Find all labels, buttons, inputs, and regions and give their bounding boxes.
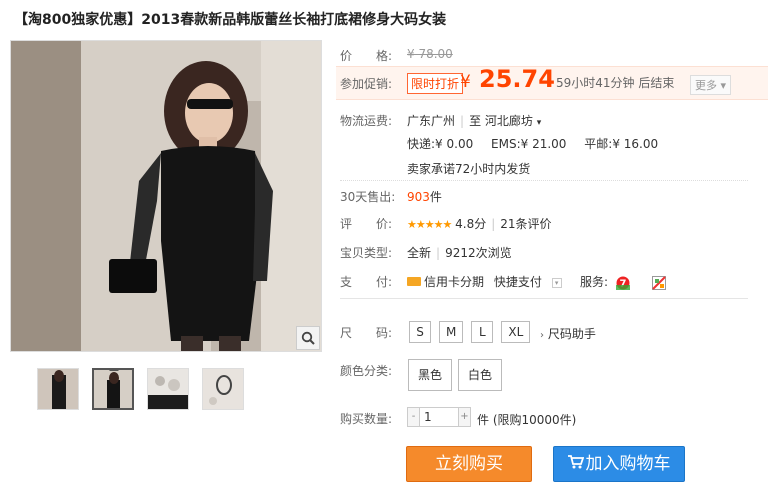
divider — [340, 298, 748, 299]
sales-label: 30天售出: — [340, 190, 396, 204]
shipping-to: 河北廊坊 — [484, 114, 533, 128]
shipping-from: 广东广州 — [407, 114, 456, 128]
sales-count: 903 — [407, 190, 430, 204]
rating-label: 评 价: — [340, 217, 393, 231]
thumbnail-3[interactable] — [147, 368, 189, 410]
more-promos-button[interactable]: 更多 ▾ — [690, 75, 732, 95]
quantity-stepper: - + — [407, 407, 471, 427]
credit-card-icon — [407, 277, 421, 286]
color-option-white[interactable]: 白色 — [458, 359, 503, 391]
size-option-m[interactable]: M — [439, 321, 464, 343]
quantity-input[interactable] — [420, 407, 458, 427]
shipping-label: 物流运费: — [340, 114, 393, 128]
separator: | — [460, 114, 465, 128]
magnifier-icon — [301, 331, 315, 345]
payment-label: 支 付: — [340, 275, 393, 289]
shipping-to-label: 至 — [469, 114, 482, 128]
shipping-promise: 卖家承诺72小时内发货 — [407, 162, 531, 176]
thumbnail-image — [203, 369, 243, 409]
countdown-timer: 59小时41分钟 后结束 — [556, 76, 675, 90]
size-option-l[interactable]: L — [471, 321, 494, 343]
item-condition: 全新 — [407, 246, 432, 260]
shipping-route: 广东广州 | 至 河北廊坊 ▾ — [407, 112, 541, 129]
quick-pay-link[interactable]: 快捷支付 — [494, 275, 542, 289]
model-photo — [11, 41, 321, 351]
view-count: 9212次浏览 — [445, 246, 512, 260]
quantity-label: 购买数量: — [340, 412, 393, 426]
color-options: 黑色 白色 — [408, 359, 503, 391]
separator: | — [436, 246, 441, 260]
service-value: 服务: 7 — [580, 273, 666, 290]
invoice-icon[interactable] — [651, 275, 666, 290]
credit-installment-link[interactable]: 信用卡分期 — [424, 275, 484, 289]
ems-fee: EMS:¥ 21.00 — [491, 137, 567, 151]
thumbnail-4[interactable] — [202, 368, 244, 410]
thumbnail-image — [94, 370, 132, 408]
thumbnail-strip — [37, 368, 244, 410]
payment-methods: 信用卡分期 快捷支付 ▾ — [407, 273, 562, 290]
product-main-image[interactable] — [10, 40, 322, 352]
more-label: 更多 — [695, 79, 717, 92]
size-option-xl[interactable]: XL — [501, 321, 531, 343]
shipping-fees: 快递:¥ 0.00 EMS:¥ 21.00 平邮:¥ 16.00 — [407, 135, 658, 152]
divider — [340, 180, 748, 181]
size-helper-label: 尺码助手 — [547, 327, 596, 341]
rating-value: ★★★★★ 4.8分 | 21条评价 — [407, 215, 552, 232]
add-to-cart-button[interactable]: 加入购物车 — [553, 446, 685, 482]
color-label: 颜色分类: — [340, 364, 393, 378]
buy-now-button[interactable]: 立刻购买 — [406, 446, 532, 482]
thumbnail-image — [38, 369, 78, 409]
price-label: 价 格: — [340, 49, 393, 63]
rating-stars: ★★★★★ — [407, 218, 452, 231]
promo-tag: 限时打折 — [407, 73, 464, 94]
chevron-down-icon: ▾ — [536, 118, 542, 128]
sales-value: 903件 — [407, 188, 442, 205]
sales-unit: 件 — [429, 190, 442, 204]
promo-price: 25.74 — [479, 65, 555, 93]
item-type-label: 宝贝类型: — [340, 246, 393, 260]
service-label: 服务: — [580, 275, 609, 289]
chevron-down-icon[interactable]: ▾ — [551, 277, 562, 288]
color-option-black[interactable]: 黑色 — [408, 359, 453, 391]
chevron-down-icon: ▾ — [720, 79, 727, 92]
quantity-limit: 件 (限购10000件) — [477, 413, 577, 427]
zoom-button[interactable] — [296, 326, 320, 350]
quantity-decrease-button[interactable]: - — [407, 407, 420, 427]
size-helper-link[interactable]: › 尺码助手 — [540, 325, 596, 342]
add-to-cart-label: 加入购物车 — [585, 454, 671, 474]
product-title: 【淘800独家优惠】2013春款新品韩版蕾丝长袖打底裙修身大码女装 — [14, 12, 447, 28]
cart-icon — [567, 455, 584, 469]
size-label: 尺 码: — [340, 326, 393, 340]
review-count-link[interactable]: 21条评价 — [500, 217, 551, 231]
item-type-value: 全新 | 9212次浏览 — [407, 244, 512, 261]
thumbnail-2[interactable] — [92, 368, 134, 410]
mail-fee: 平邮:¥ 16.00 — [584, 137, 659, 151]
size-options: S M L XL — [409, 321, 531, 343]
thumbnail-1[interactable] — [37, 368, 79, 410]
express-fee: 快递:¥ 0.00 — [407, 137, 474, 151]
shipping-destination-select[interactable]: 河北廊坊 ▾ — [485, 114, 541, 128]
separator: | — [491, 217, 496, 231]
thumbnail-image — [148, 369, 188, 409]
original-price: ¥ 78.00 — [407, 47, 453, 61]
currency-symbol: ¥ — [460, 72, 471, 92]
guarantee-badge-icon[interactable]: 7 — [615, 276, 630, 290]
rating-score: 4.8分 — [455, 217, 487, 231]
chevron-right-icon: › — [540, 330, 544, 341]
promo-label: 参加促销: — [340, 77, 393, 91]
size-option-s[interactable]: S — [409, 321, 431, 343]
quantity-increase-button[interactable]: + — [458, 407, 471, 427]
